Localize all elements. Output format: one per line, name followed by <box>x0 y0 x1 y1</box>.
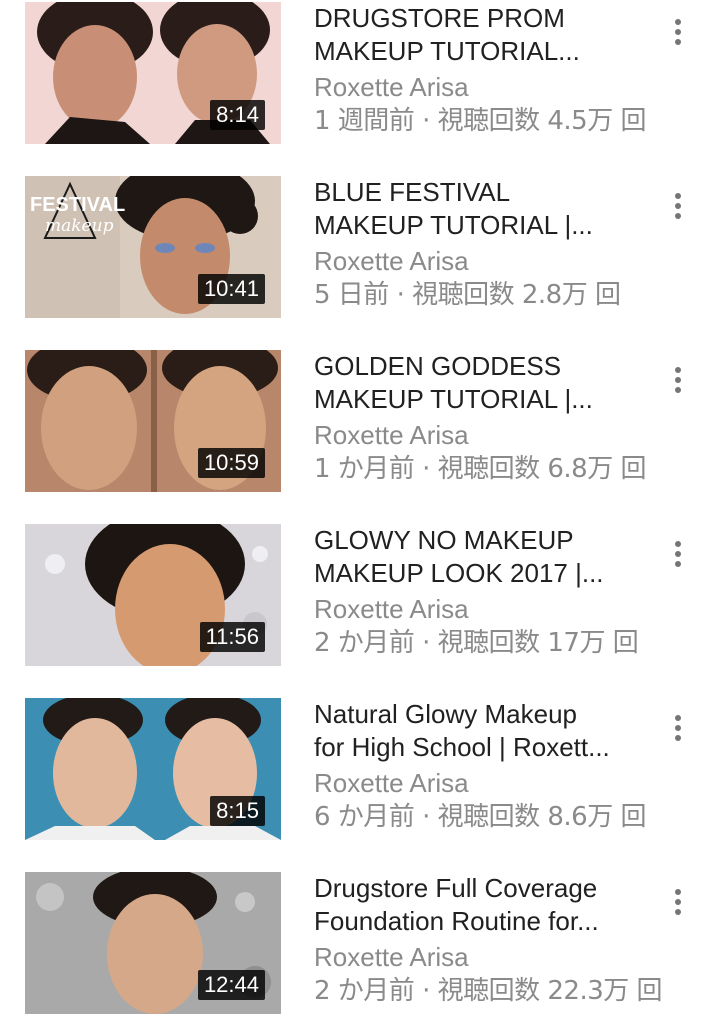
more-options-icon[interactable] <box>664 10 692 54</box>
video-stats: 2 か月前 · 視聴回数 17万 回 <box>314 628 639 658</box>
video-thumbnail[interactable]: 11:56 <box>25 524 281 666</box>
video-title[interactable]: Drugstore Full Coverage Foundation Routi… <box>314 872 654 938</box>
video-meta: GLOWY NO MAKEUP MAKEUP LOOK 2017 |... Ro… <box>314 524 654 660</box>
video-title-line1: Drugstore Full Coverage <box>314 873 598 903</box>
video-title-line1: BLUE FESTIVAL <box>314 177 511 207</box>
channel-name[interactable]: Roxette Arisa <box>314 244 654 278</box>
more-options-icon[interactable] <box>664 706 692 750</box>
video-list: 8:14 DRUGSTORE PROM MAKEUP TUTORIAL... R… <box>0 0 711 1017</box>
more-options-icon[interactable] <box>664 184 692 228</box>
video-item[interactable]: 11:56 GLOWY NO MAKEUP MAKEUP LOOK 2017 |… <box>0 522 711 696</box>
video-title[interactable]: GLOWY NO MAKEUP MAKEUP LOOK 2017 |... <box>314 524 654 590</box>
video-title[interactable]: GOLDEN GODDESS MAKEUP TUTORIAL |... <box>314 350 654 416</box>
video-title-line2: MAKEUP TUTORIAL |... <box>314 210 593 240</box>
video-item[interactable]: 10:59 GOLDEN GODDESS MAKEUP TUTORIAL |..… <box>0 348 711 522</box>
video-meta: DRUGSTORE PROM MAKEUP TUTORIAL... Roxett… <box>314 2 654 138</box>
video-title-line1: GLOWY NO MAKEUP <box>314 525 574 555</box>
video-title-line1: DRUGSTORE PROM <box>314 3 565 33</box>
video-title[interactable]: Natural Glowy Makeup for High School | R… <box>314 698 654 764</box>
video-duration: 10:59 <box>197 448 265 478</box>
more-options-icon[interactable] <box>664 880 692 924</box>
more-options-icon[interactable] <box>664 358 692 402</box>
video-meta: Drugstore Full Coverage Foundation Routi… <box>314 872 663 1008</box>
video-title-line1: Natural Glowy Makeup <box>314 699 577 729</box>
video-stats: 1 週間前 · 視聴回数 4.5万 回 <box>314 106 646 136</box>
video-thumbnail[interactable]: 8:15 <box>25 698 281 840</box>
video-duration: 10:41 <box>197 274 265 304</box>
channel-name[interactable]: Roxette Arisa <box>314 766 654 800</box>
video-duration: 8:14 <box>210 100 265 130</box>
video-stats: 6 か月前 · 視聴回数 8.6万 回 <box>314 802 646 832</box>
video-stats: 2 か月前 · 視聴回数 22.3万 回 <box>314 976 663 1006</box>
channel-name[interactable]: Roxette Arisa <box>314 70 654 104</box>
video-stats: 5 日前 · 視聴回数 2.8万 回 <box>314 280 621 310</box>
video-stats: 1 か月前 · 視聴回数 6.8万 回 <box>314 454 646 484</box>
video-duration: 11:56 <box>199 622 265 652</box>
video-meta: Natural Glowy Makeup for High School | R… <box>314 698 654 834</box>
thumbnail-overlay-subtext: makeup <box>45 216 114 236</box>
video-thumbnail[interactable]: 10:59 <box>25 350 281 492</box>
video-item[interactable]: 8:14 DRUGSTORE PROM MAKEUP TUTORIAL... R… <box>0 0 711 174</box>
more-options-icon[interactable] <box>664 532 692 576</box>
video-duration: 12:44 <box>197 970 265 1000</box>
thumbnail-overlay-text: FESTIVAL <box>30 194 125 216</box>
video-title-line1: GOLDEN GODDESS <box>314 351 562 381</box>
video-title[interactable]: BLUE FESTIVAL MAKEUP TUTORIAL |... <box>314 176 654 242</box>
video-title-line2: MAKEUP TUTORIAL |... <box>314 384 593 414</box>
video-thumbnail[interactable]: FESTIVAL makeup 10:41 <box>25 176 281 318</box>
video-item[interactable]: 8:15 Natural Glowy Makeup for High Schoo… <box>0 696 711 870</box>
video-thumbnail[interactable]: 12:44 <box>25 872 281 1014</box>
video-meta: BLUE FESTIVAL MAKEUP TUTORIAL |... Roxet… <box>314 176 654 312</box>
video-title-line2: Foundation Routine for... <box>314 906 599 936</box>
channel-name[interactable]: Roxette Arisa <box>314 940 654 974</box>
video-item[interactable]: FESTIVAL makeup 10:41 BLUE FESTIVAL MAKE… <box>0 174 711 348</box>
video-item[interactable]: 12:44 Drugstore Full Coverage Foundation… <box>0 870 711 1017</box>
channel-name[interactable]: Roxette Arisa <box>314 418 654 452</box>
video-title[interactable]: DRUGSTORE PROM MAKEUP TUTORIAL... <box>314 2 654 68</box>
channel-name[interactable]: Roxette Arisa <box>314 592 654 626</box>
video-title-line2: MAKEUP TUTORIAL... <box>314 36 580 66</box>
video-title-line2: MAKEUP LOOK 2017 |... <box>314 558 604 588</box>
video-title-line2: for High School | Roxett... <box>314 732 610 762</box>
video-thumbnail[interactable]: 8:14 <box>25 2 281 144</box>
video-duration: 8:15 <box>210 796 265 826</box>
video-meta: GOLDEN GODDESS MAKEUP TUTORIAL |... Roxe… <box>314 350 654 486</box>
